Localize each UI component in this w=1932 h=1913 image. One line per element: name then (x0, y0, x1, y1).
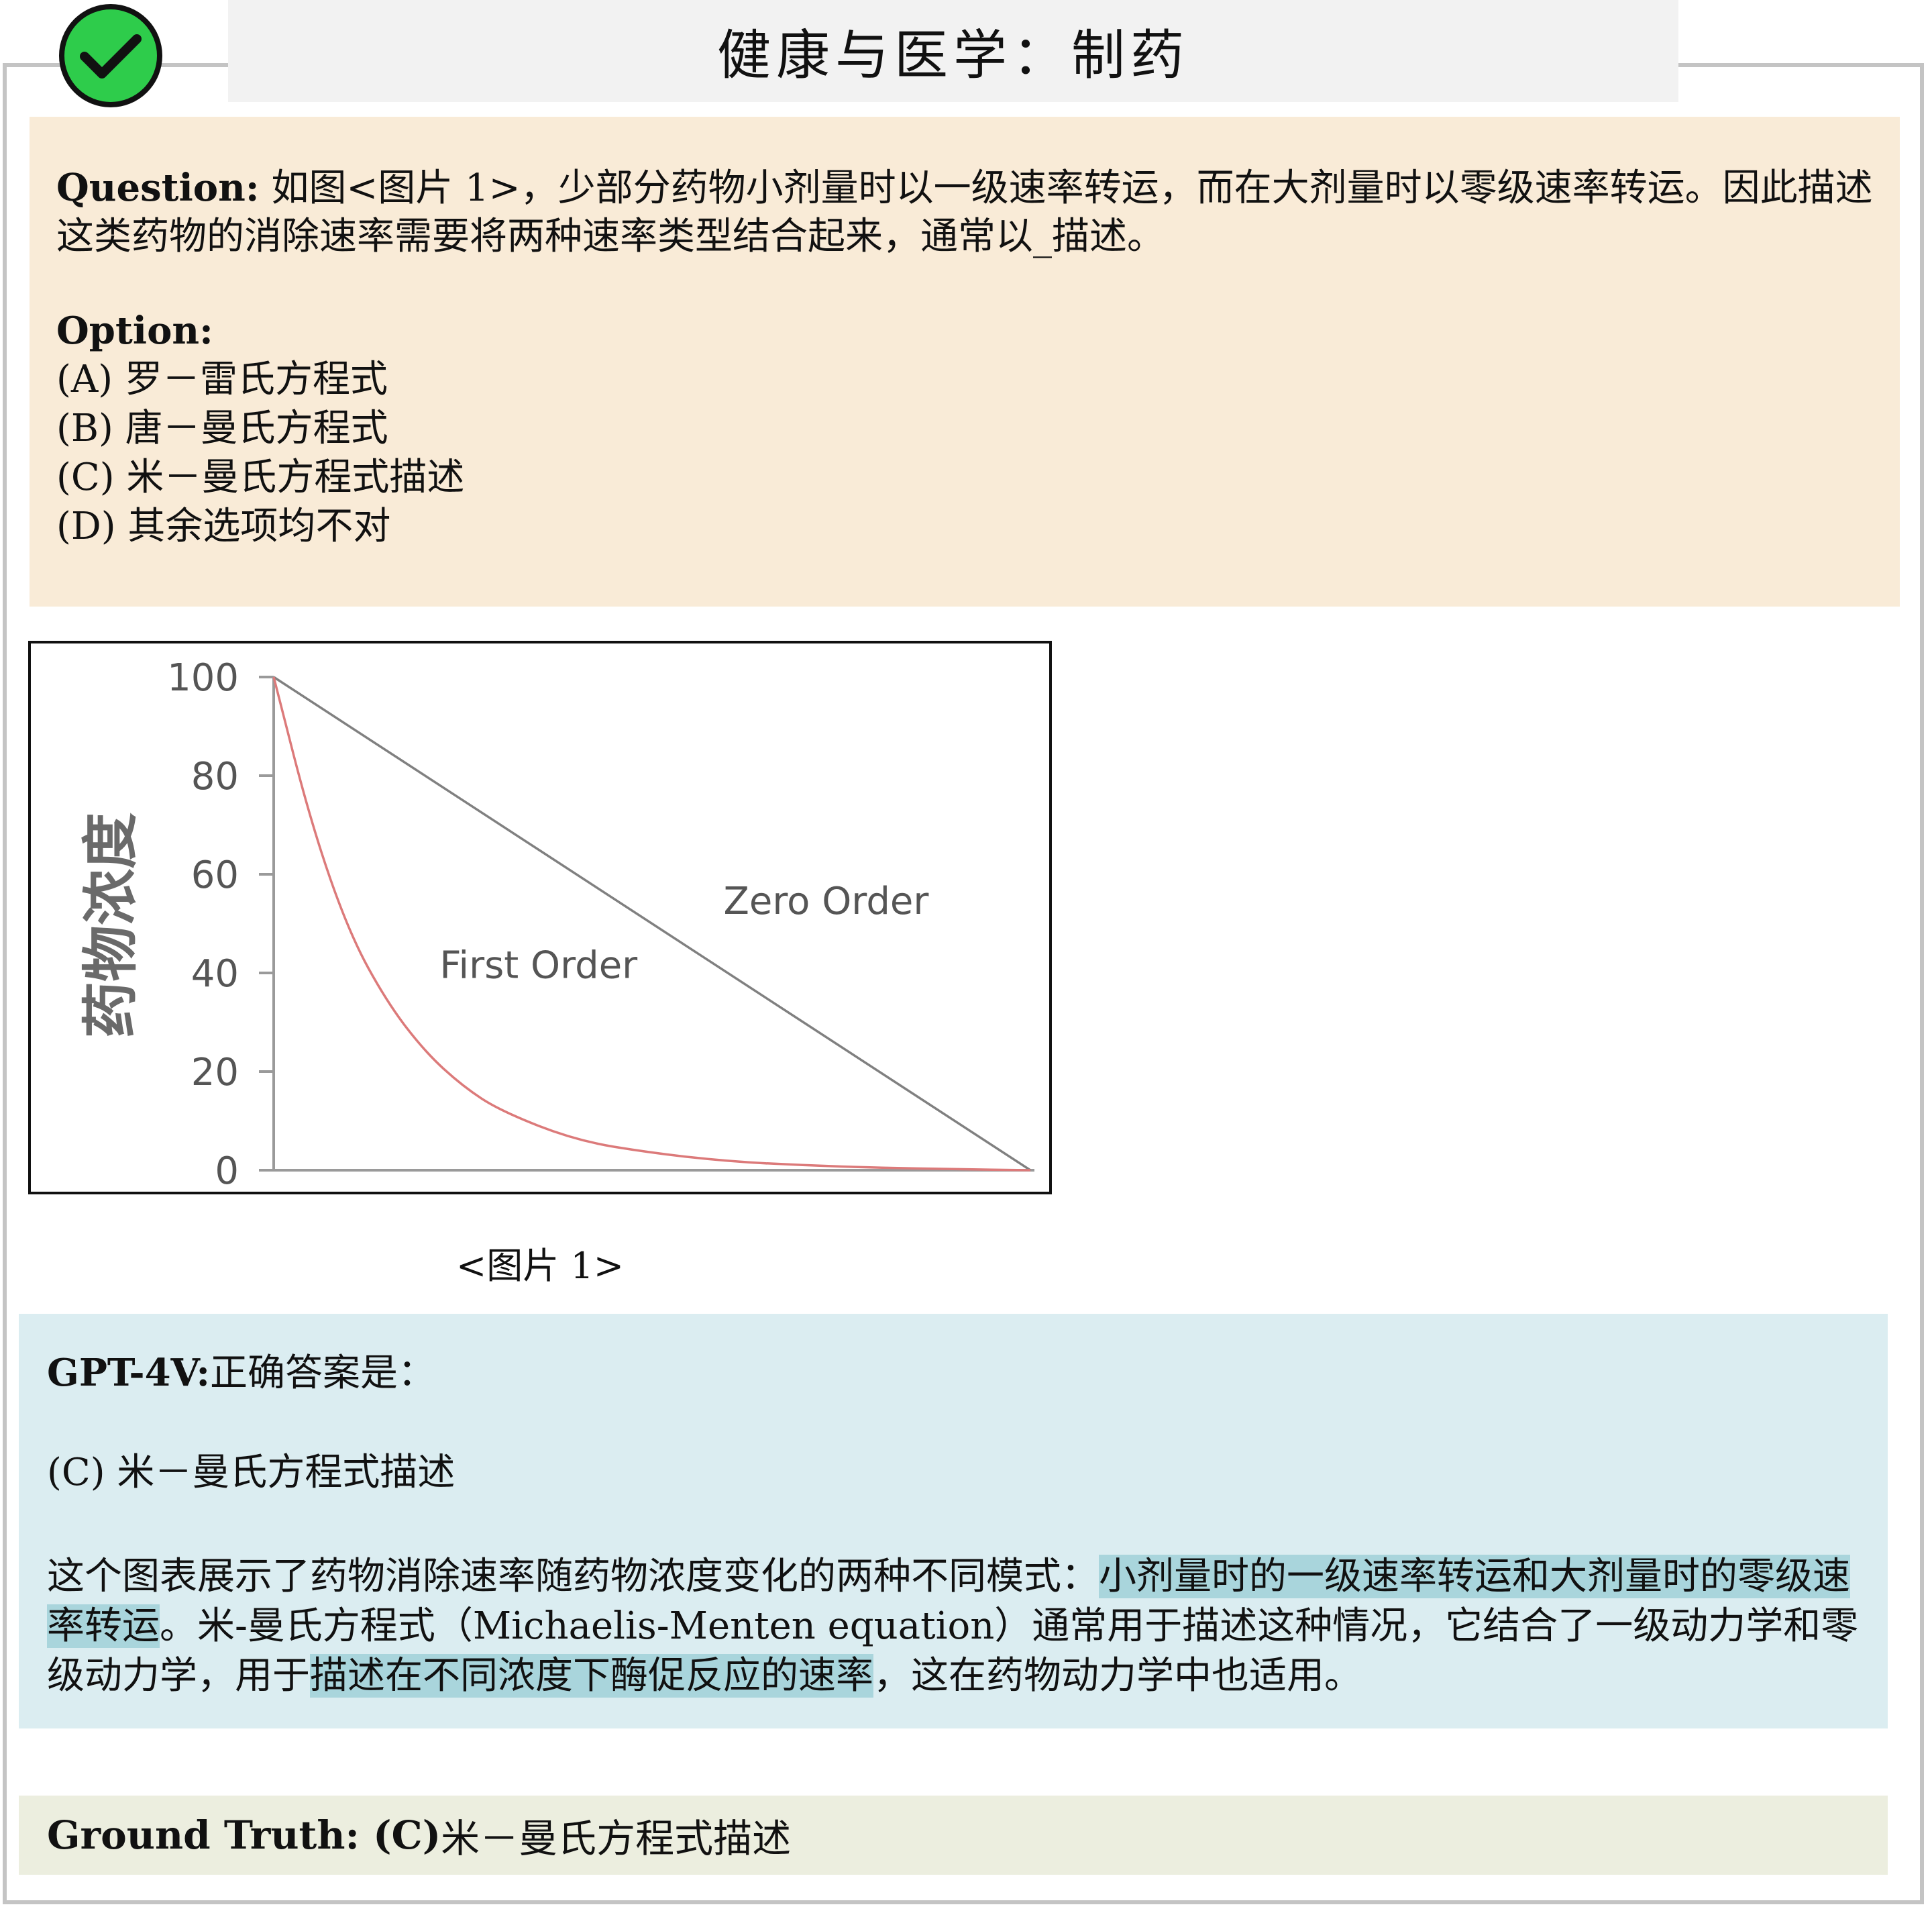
series-annotation: Zero Order (724, 880, 930, 923)
option-c: (C) 米－曼氏方程式描述 (56, 456, 465, 499)
figure-caption: <图片 1> (455, 1245, 624, 1287)
y-tick-label: 0 (215, 1149, 239, 1192)
y-tick-label: 80 (191, 755, 239, 798)
answer-choice: (C) 米－曼氏方程式描述 (47, 1451, 455, 1494)
y-tick-label: 100 (167, 656, 239, 700)
model-answer-panel: GPT-4V:正确答案是： (C) 米－曼氏方程式描述 这个图表展示了药物消除速… (19, 1314, 1888, 1728)
y-axis-label: 药物浓度 (78, 813, 144, 1038)
y-tick-label: 40 (191, 952, 239, 996)
ground-truth-label: Ground Truth: (C) (47, 1812, 441, 1858)
expl-part-3: ，这在药物动力学中也适用。 (873, 1654, 1362, 1698)
series-annotation: First Order (439, 943, 638, 987)
option-label: Option: (56, 309, 213, 353)
ground-truth-value: 米－曼氏方程式描述 (441, 1816, 792, 1861)
question-panel: Question: 如图<图片 1>，少部分药物小剂量时以一级速率转运，而在大剂… (30, 117, 1900, 607)
title-bar: 健康与医学：制药 (228, 0, 1678, 102)
question-label: Question: (56, 166, 260, 210)
answer-explanation: 这个图表展示了药物消除速率随药物浓度变化的两种不同模式：小剂量时的一级速率转运和… (47, 1552, 1860, 1701)
series-line (273, 676, 1031, 1172)
answer-intro: 正确答案是： (210, 1351, 436, 1395)
expl-part-1: 这个图表展示了药物消除速率随药物浓度变化的两种不同模式： (47, 1555, 1099, 1598)
model-label: GPT-4V: (47, 1351, 211, 1395)
option-d: (D) 其余选项均不对 (56, 505, 391, 548)
figure-chart: 0 20 40 60 80 100 药物浓度 Zero Order First Order (28, 641, 1052, 1194)
chart-svg: 0 20 40 60 80 100 药物浓度 Zero Order First Order (78, 656, 1034, 1192)
y-tick-label: 20 (191, 1051, 239, 1094)
page-title: 健康与医学：制药 (717, 24, 1189, 87)
ground-truth-panel: Ground Truth: (C) 米－曼氏方程式描述 (19, 1796, 1888, 1875)
check-circle-icon (58, 3, 164, 109)
option-a: (A) 罗－雷氏方程式 (56, 358, 388, 401)
y-tick-label: 60 (191, 854, 239, 897)
question-text: Question: 如图<图片 1>，少部分药物小剂量时以一级速率转运，而在大剂… (56, 164, 1873, 261)
question-body: 如图<图片 1>，少部分药物小剂量时以一级速率转运，而在大剂量时以零级速率转运。… (56, 166, 1873, 258)
expl-highlight-2: 描述在不同浓度下酶促反应的速率 (310, 1654, 873, 1698)
answer-heading: GPT-4V:正确答案是： (47, 1349, 1860, 1398)
option-b: (B) 唐－曼氏方程式 (56, 407, 388, 450)
